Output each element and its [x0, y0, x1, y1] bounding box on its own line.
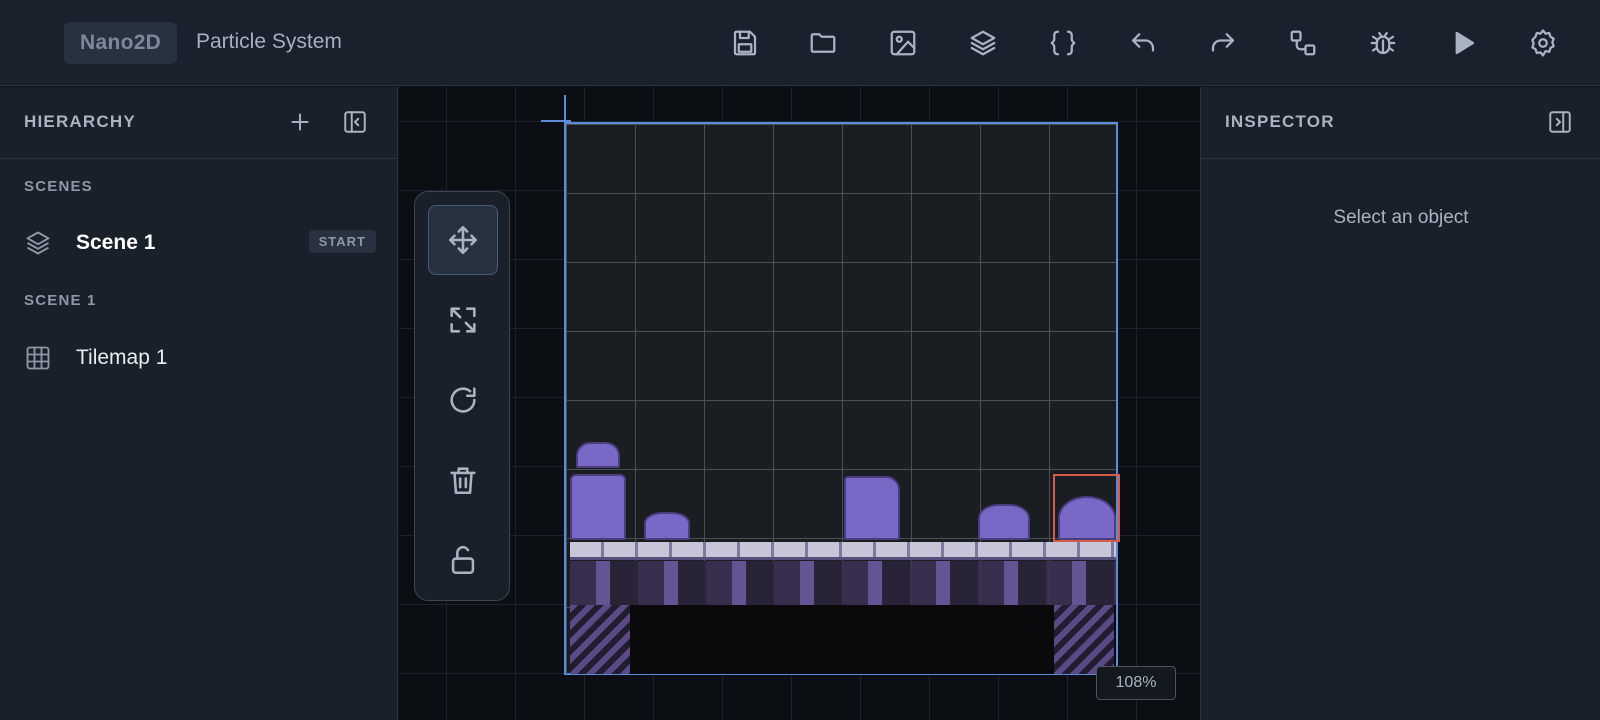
- small-rock-sprite: [576, 442, 620, 468]
- move-tool-button[interactable]: [428, 205, 498, 275]
- ground-shadow: [570, 605, 1116, 674]
- unlock-icon: [451, 545, 475, 575]
- scene-viewport[interactable]: 108%: [399, 87, 1200, 720]
- play-icon: [1455, 31, 1475, 55]
- hovered-tile-highlight: [1053, 474, 1120, 542]
- add-object-button[interactable]: [283, 105, 317, 139]
- collapse-left-panel-button[interactable]: [338, 105, 372, 139]
- scene-label: Scene 1: [76, 231, 156, 254]
- ground-brick-tiles: [570, 561, 1116, 605]
- delete-tool-button[interactable]: [428, 445, 498, 515]
- redo-button[interactable]: [1203, 23, 1243, 63]
- lock-tool-button[interactable]: [428, 525, 498, 595]
- inspector-panel: INSPECTOR Select an object: [1200, 87, 1600, 720]
- save-button[interactable]: [725, 23, 765, 63]
- redo-icon: [1211, 33, 1235, 52]
- scene-item-scene-1[interactable]: Scene 1 START: [24, 223, 376, 263]
- folder-icon: [810, 33, 836, 53]
- collapse-right-panel-button[interactable]: [1543, 105, 1577, 139]
- code-button[interactable]: [1043, 23, 1083, 63]
- undo-button[interactable]: [1123, 23, 1163, 63]
- trash-icon: [450, 467, 476, 495]
- scenes-section-title: SCENES: [24, 178, 93, 195]
- transform-toolbox: [414, 191, 510, 601]
- right-pillar-tile: [1054, 605, 1114, 674]
- start-badge: START: [308, 230, 376, 253]
- play-button[interactable]: [1443, 23, 1483, 63]
- rotate-icon: [450, 387, 476, 413]
- layers-icon: [26, 231, 50, 255]
- object-label: Tilemap 1: [76, 346, 168, 369]
- broken-tombstone-sprite: [844, 476, 900, 540]
- layers-button[interactable]: [963, 23, 1003, 63]
- zoom-level[interactable]: 108%: [1096, 666, 1176, 700]
- main-toolbar: [0, 23, 1600, 63]
- open-folder-button[interactable]: [803, 23, 843, 63]
- rotate-tool-button[interactable]: [428, 365, 498, 435]
- object-item-tilemap-1[interactable]: Tilemap 1: [24, 338, 376, 378]
- tombstone-sprite: [570, 474, 626, 540]
- gear-icon: [1531, 29, 1555, 57]
- inspector-title: INSPECTOR: [1225, 112, 1335, 131]
- inspector-empty-message: Select an object: [1333, 207, 1469, 228]
- tilemap-bounds[interactable]: [564, 122, 1120, 675]
- scale-icon: [450, 307, 476, 333]
- left-pillar-tile: [570, 605, 630, 674]
- nodes-icon: [1290, 30, 1316, 56]
- scene-1-section-title: SCENE 1: [24, 292, 97, 309]
- rock-sprite: [978, 504, 1030, 540]
- image-icon: [890, 30, 916, 56]
- collapse-right-icon: [1549, 111, 1571, 133]
- grid-icon: [26, 346, 50, 370]
- undo-icon: [1131, 33, 1155, 52]
- hierarchy-header: HIERARCHY: [0, 87, 397, 159]
- settings-button[interactable]: [1523, 23, 1563, 63]
- node-graph-button[interactable]: [1283, 23, 1323, 63]
- top-bar: Nano2D Particle System: [0, 0, 1600, 86]
- debug-button[interactable]: [1363, 23, 1403, 63]
- bug-icon: [1370, 31, 1396, 55]
- scale-tool-button[interactable]: [428, 285, 498, 355]
- hierarchy-title: HIERARCHY: [24, 112, 136, 131]
- rock-sprite: [644, 512, 690, 540]
- inspector-header: INSPECTOR: [1201, 87, 1600, 159]
- ground-top-tiles: [570, 542, 1116, 560]
- code-braces-icon: [1050, 30, 1076, 56]
- plus-icon: [291, 113, 309, 131]
- collapse-left-icon: [344, 111, 366, 133]
- layers-icon: [970, 30, 996, 56]
- image-button[interactable]: [883, 23, 923, 63]
- hierarchy-panel: HIERARCHY SCENES Scene 1 START SCENE 1 T…: [0, 87, 398, 720]
- save-icon: [733, 30, 757, 56]
- move-icon: [448, 225, 478, 255]
